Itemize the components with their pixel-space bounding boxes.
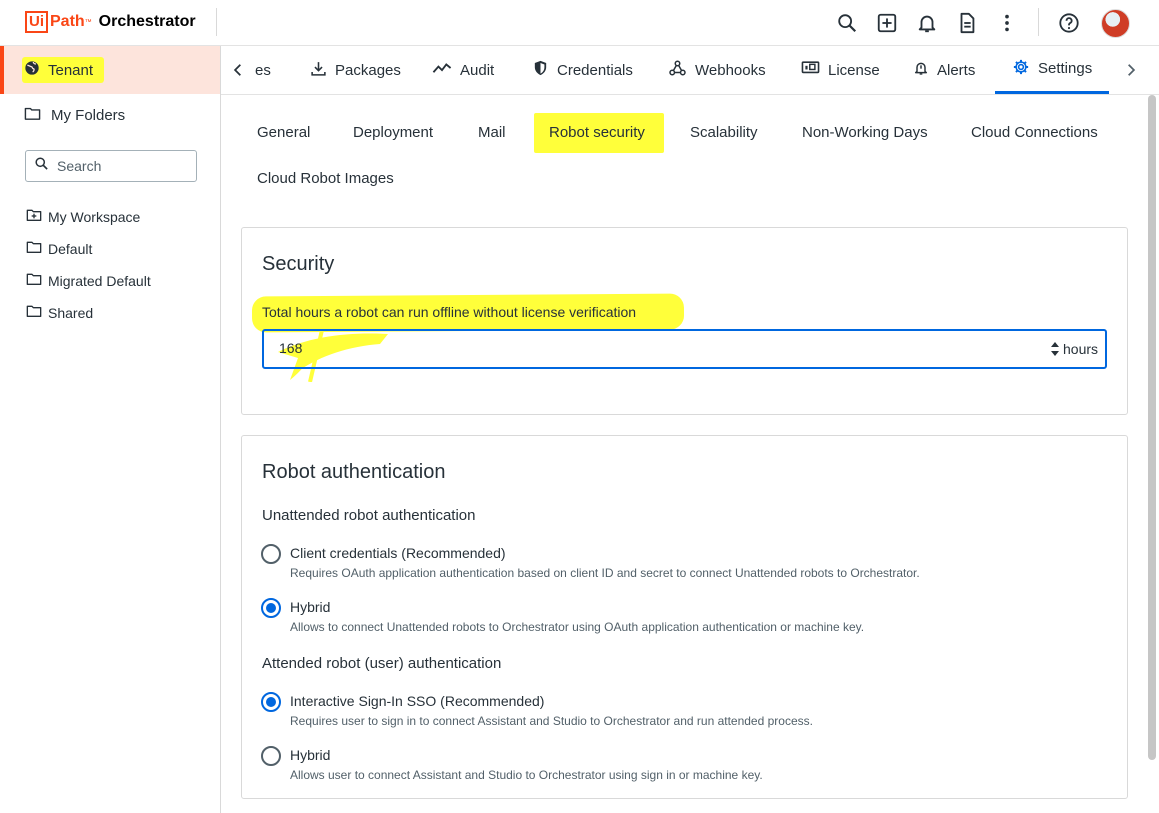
logo-ui-box: Ui [25,11,48,33]
folder-icon [26,272,42,289]
radio-attended-hybrid[interactable] [261,746,281,766]
option-label: Interactive Sign-In SSO (Recommended) [290,693,545,709]
robot-auth-card [241,435,1128,799]
sidebar-item-shared[interactable]: Shared [26,304,93,321]
tab-label: Webhooks [695,61,766,79]
tab-license[interactable]: License [801,46,880,94]
tree-item-label: Default [48,240,93,257]
workspace-folder-icon [26,208,42,225]
tab-audit[interactable]: Audit [432,46,494,94]
attended-auth-label: Attended robot (user) authentication [262,655,502,672]
webhook-icon [668,59,687,81]
tabs-scroll-right[interactable] [1114,46,1148,94]
option-label: Hybrid [290,599,331,615]
tab-packages[interactable]: Packages [310,46,401,94]
header-divider [216,8,217,36]
folder-icon [26,240,42,257]
help-icon[interactable] [1057,11,1081,35]
radio-unattended-hybrid[interactable] [261,598,281,618]
more-vert-icon[interactable] [995,11,1019,35]
security-title: Security [262,253,335,275]
avatar[interactable] [1101,9,1130,38]
option-description: Allows user to connect Assistant and Stu… [290,768,763,782]
radio-interactive-sso[interactable] [261,692,281,712]
logo-path-text: Path [50,13,85,30]
option-label: Hybrid [290,747,331,763]
offline-hours-field: hours [262,329,1107,369]
sidebar: Tenant My Folders My Workspace Default M… [0,46,221,813]
robot-auth-title: Robot authentication [262,461,446,483]
tab-label: Audit [460,61,495,79]
subtab-robot-security[interactable]: Robot security [549,124,645,141]
tab-alerts[interactable]: Alerts [913,46,975,94]
main-tabs: es Packages Audit Credentials Webhooks L… [221,46,1159,95]
option-label: Client credentials (Recommended) [290,545,506,561]
folder-icon [26,304,42,321]
search-icon[interactable] [835,11,859,35]
offline-hours-label: Total hours a robot can run offline with… [262,304,637,320]
sidebar-item-default[interactable]: Default [26,240,92,257]
folder-icon [24,106,41,125]
tabs-scroll-left[interactable] [221,46,255,94]
my-folders-label: My Folders [51,107,126,124]
alert-bell-icon [913,59,929,81]
subtab-deployment[interactable]: Deployment [353,124,433,141]
subtab-mail[interactable]: Mail [478,124,506,141]
option-description: Allows to connect Unattended robots to O… [290,620,865,634]
logo-trademark: ™ [84,18,92,26]
sidebar-item-tenant[interactable]: Tenant [0,46,220,94]
sidebar-item-migrated-default[interactable]: Migrated Default [26,272,151,289]
tab-truncated[interactable]: es [255,46,271,94]
subtab-scalability[interactable]: Scalability [690,124,758,141]
tab-label: Credentials [557,61,633,79]
tab-credentials[interactable]: Credentials [532,46,633,94]
gear-icon [1012,58,1030,80]
page-scrollbar[interactable] [1148,95,1156,760]
trend-icon [432,60,452,80]
offline-hours-input[interactable] [279,340,1039,356]
option-description: Requires user to sign in to connect Assi… [290,714,813,728]
tab-label: Settings [1038,60,1093,77]
document-icon[interactable] [955,11,979,35]
unattended-auth-label: Unattended robot authentication [262,507,476,524]
tab-settings[interactable]: Settings [995,46,1110,94]
tree-item-label: My Workspace [48,208,141,225]
subtab-general[interactable]: General [257,124,310,141]
tab-label: Alerts [937,61,976,79]
tab-label: Packages [335,61,401,79]
tab-label: License [828,61,880,79]
number-stepper-icon[interactable] [1050,340,1060,358]
subtab-cloud-robot-images[interactable]: Cloud Robot Images [257,170,394,187]
globe-icon [24,60,40,81]
license-icon [801,60,820,80]
option-description: Requires OAuth application authenticatio… [290,566,920,580]
tab-label: es [255,61,271,79]
app-name: Orchestrator [98,13,196,30]
radio-client-credentials[interactable] [261,544,281,564]
header-divider [1038,8,1039,36]
sidebar-item-my-folders[interactable]: My Folders [24,106,125,125]
tree-item-label: Shared [48,304,94,321]
add-icon[interactable] [875,11,899,35]
tab-webhooks[interactable]: Webhooks [668,46,766,94]
search-input[interactable] [57,158,187,174]
shield-icon [532,59,549,81]
sidebar-item-my-workspace[interactable]: My Workspace [26,208,140,225]
subtab-non-working-days[interactable]: Non-Working Days [802,124,928,141]
hours-unit: hours [1063,341,1099,357]
uipath-logo[interactable]: Ui Path ™ Orchestrator [25,10,196,34]
tree-item-label: Migrated Default [48,272,151,289]
tenant-label: Tenant [48,61,94,79]
folder-search [25,150,197,182]
subtab-cloud-connections[interactable]: Cloud Connections [971,124,1098,141]
top-header: Ui Path ™ Orchestrator [0,0,1159,46]
download-icon [310,60,327,81]
bell-icon[interactable] [915,11,939,35]
search-icon [34,156,49,176]
